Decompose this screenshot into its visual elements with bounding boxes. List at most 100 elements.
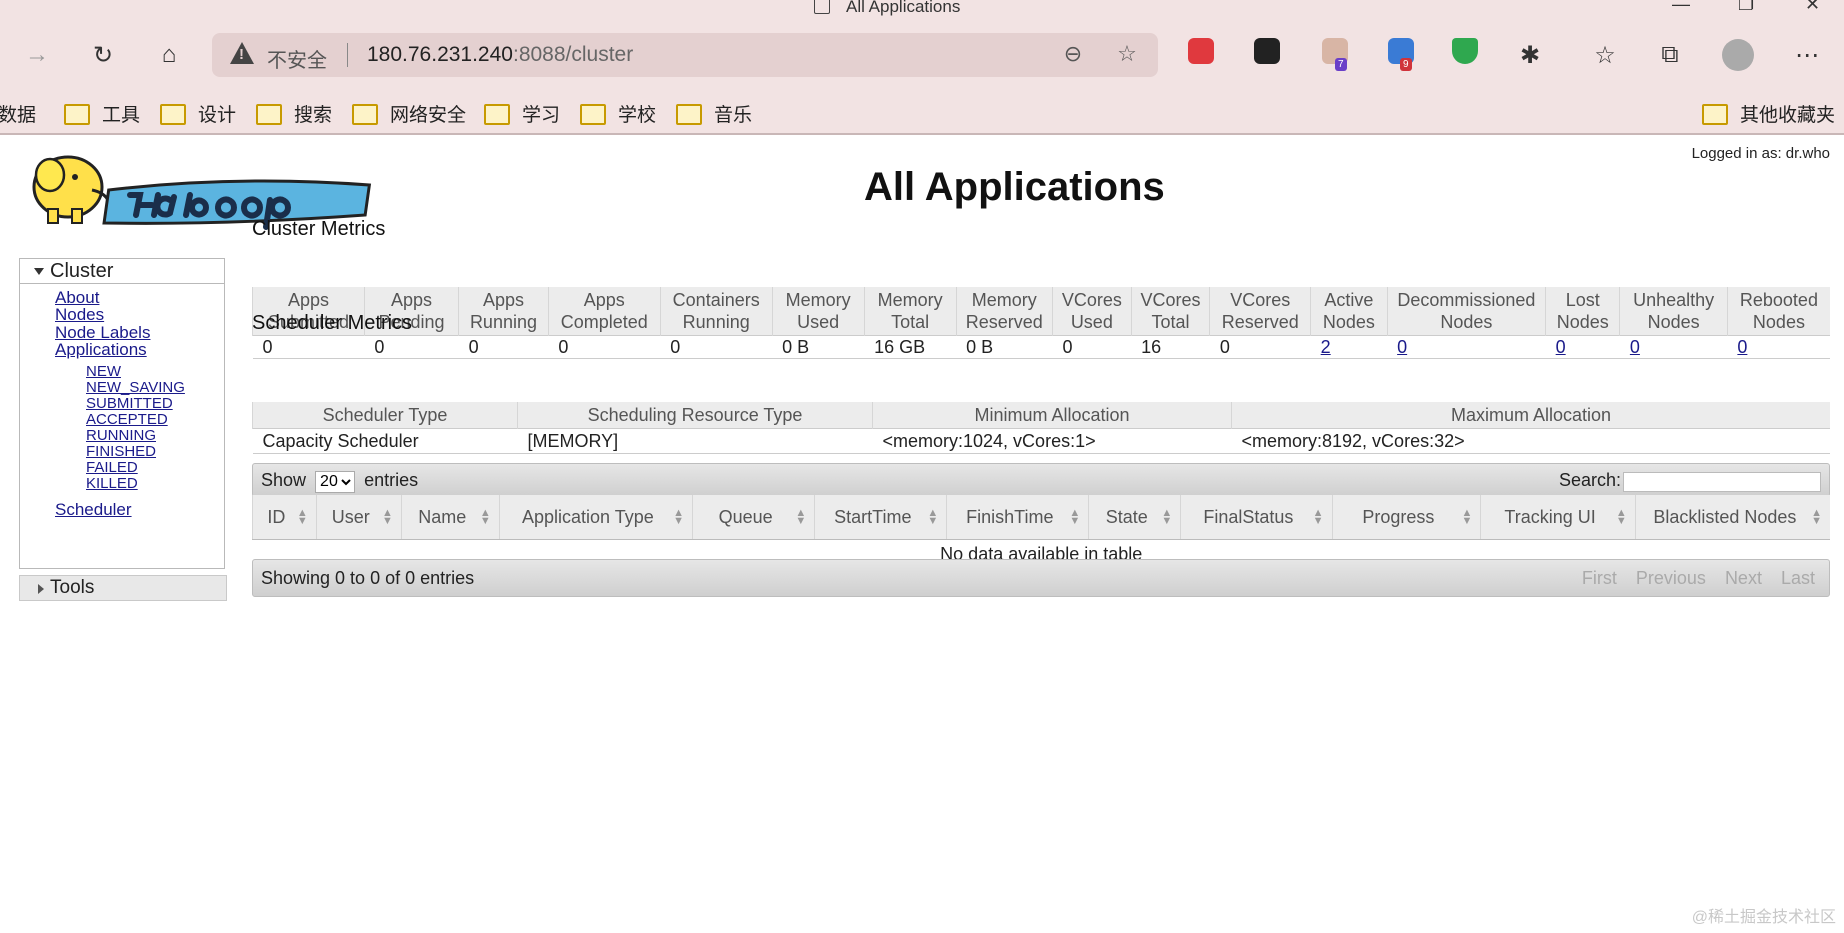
sortable-column-header[interactable]: Tracking UI ▲ ▼ bbox=[1480, 495, 1636, 540]
col-header-line: Completed bbox=[560, 312, 648, 332]
nav-link-state-running[interactable]: RUNNING bbox=[86, 427, 156, 444]
bookmark-item[interactable]: 学校 bbox=[580, 100, 656, 127]
nav-link-scheduler[interactable]: Scheduler bbox=[55, 500, 132, 520]
bookmark-item[interactable]: 工具 bbox=[64, 100, 140, 127]
add-favorite-icon[interactable]: ☆ bbox=[1112, 39, 1142, 69]
col-header-line: Rebooted bbox=[1739, 290, 1818, 310]
metric-link[interactable]: 0 bbox=[1630, 337, 1640, 357]
page-title: All Applications bbox=[864, 165, 1165, 209]
close-icon[interactable]: ✕ bbox=[1805, 0, 1820, 15]
restore-icon[interactable]: ❐ bbox=[1738, 0, 1754, 15]
column-label: FinishTime bbox=[966, 506, 1054, 527]
metric-link[interactable]: 0 bbox=[1397, 337, 1407, 357]
zoom-icon[interactable]: ⊖ bbox=[1058, 39, 1088, 69]
sortable-column-header[interactable]: Queue ▲ ▼ bbox=[691, 495, 815, 540]
pager-first[interactable]: First bbox=[1582, 568, 1617, 588]
sortable-column-header[interactable]: User ▲ ▼ bbox=[315, 495, 402, 540]
search-input[interactable] bbox=[1623, 472, 1821, 492]
extension-tampermonkey-icon[interactable] bbox=[1254, 38, 1280, 64]
col-header: Active Nodes bbox=[1310, 287, 1388, 336]
favorites-icon[interactable]: ☆ bbox=[1590, 40, 1620, 70]
nav-link-state-accepted[interactable]: ACCEPTED bbox=[86, 411, 168, 428]
sortable-column-header[interactable]: Application Type ▲ ▼ bbox=[498, 495, 693, 540]
col-header: Maximum Allocation bbox=[1231, 402, 1830, 429]
table-cell: 0 bbox=[1545, 335, 1620, 359]
refresh-icon[interactable]: ↻ bbox=[88, 40, 118, 70]
bookmark-item[interactable]: 搜索 bbox=[256, 100, 332, 127]
folder-icon bbox=[580, 104, 606, 125]
nav-link-state-submitted[interactable]: SUBMITTED bbox=[86, 395, 173, 412]
col-header: VCores Reserved bbox=[1209, 287, 1311, 336]
table-cell: [MEMORY] bbox=[517, 428, 873, 454]
sortable-column-header[interactable]: StartTime ▲ ▼ bbox=[814, 495, 947, 540]
bookmark-label: 工具 bbox=[102, 105, 141, 126]
extension-red-icon[interactable] bbox=[1188, 38, 1214, 64]
column-label: Tracking UI bbox=[1504, 506, 1596, 527]
bookmark-item[interactable]: 音乐 bbox=[676, 100, 752, 127]
col-header-line: Apps bbox=[390, 290, 433, 310]
col-header-line: Decommissioned bbox=[1397, 290, 1536, 310]
nav-link-state-finished[interactable]: FINISHED bbox=[86, 443, 156, 460]
insecure-label[interactable]: 不安全 bbox=[267, 44, 327, 73]
url-path: :8088/cluster bbox=[512, 43, 634, 66]
minimize-icon[interactable]: — bbox=[1672, 0, 1690, 15]
warning-icon[interactable] bbox=[230, 42, 254, 64]
bookmark-item[interactable]: 数据 bbox=[0, 100, 36, 127]
forward-icon[interactable]: → bbox=[22, 40, 52, 70]
sortable-column-header[interactable]: FinalStatus ▲ ▼ bbox=[1180, 495, 1333, 540]
page-size-select[interactable]: 20 bbox=[315, 470, 356, 493]
pager-last[interactable]: Last bbox=[1781, 568, 1815, 588]
metric-link[interactable]: 2 bbox=[1321, 337, 1331, 357]
sortable-column-header[interactable]: Name ▲ ▼ bbox=[400, 495, 500, 540]
sortable-column-header[interactable]: ID ▲ ▼ bbox=[252, 495, 317, 540]
sortable-column-header[interactable]: Progress ▲ ▼ bbox=[1331, 495, 1481, 540]
nav-link-state-killed[interactable]: KILLED bbox=[86, 475, 138, 492]
nav-link-state-new[interactable]: NEW bbox=[86, 363, 121, 380]
sidebar-nav: Cluster About Nodes Node Labels Applicat… bbox=[19, 258, 225, 569]
metric-value: 0 bbox=[374, 336, 385, 357]
nav-cluster-header[interactable]: Cluster bbox=[19, 258, 225, 284]
extensions-icon[interactable]: ✱ bbox=[1515, 40, 1545, 70]
bookmark-label: 搜索 bbox=[294, 105, 333, 126]
col-header-line: Unhealthy bbox=[1633, 290, 1715, 310]
col-header: Containers Running bbox=[659, 287, 773, 336]
nav-link-nodes[interactable]: Nodes bbox=[55, 305, 104, 325]
collections-icon[interactable]: ⧉ bbox=[1655, 40, 1685, 70]
address-bar[interactable]: 不安全 180.76.231.240:8088/cluster ⊖ ☆ bbox=[212, 33, 1158, 77]
nav-link-applications[interactable]: Applications bbox=[55, 340, 147, 360]
applications-panel: Show 20 entries Search: ID ▲ ▼ User ▲ ▼ Name ▲ ▼… bbox=[252, 463, 1830, 753]
column-label: Queue bbox=[718, 506, 773, 527]
column-label: FinalStatus bbox=[1203, 506, 1294, 527]
home-icon[interactable]: ⌂ bbox=[154, 40, 184, 70]
sortable-column-header[interactable]: State ▲ ▼ bbox=[1088, 495, 1181, 540]
title-bar: All Applications — ❐ ✕ bbox=[0, 0, 1844, 22]
sort-icon: ▲ ▼ bbox=[927, 507, 939, 527]
sortable-column-header[interactable]: FinishTime ▲ ▼ bbox=[946, 495, 1089, 540]
tab-title[interactable]: All Applications bbox=[846, 0, 960, 17]
nav-cluster-body: About Nodes Node Labels Applications NEW… bbox=[19, 284, 225, 569]
table-cell: 0 B bbox=[772, 335, 865, 359]
nav-link-state-new-saving[interactable]: NEW_SAVING bbox=[86, 379, 185, 396]
bookmark-item[interactable]: 网络安全 bbox=[352, 100, 466, 127]
url-text[interactable]: 180.76.231.240:8088/cluster bbox=[367, 43, 633, 67]
other-bookmarks[interactable]: 其他收藏夹 bbox=[1702, 100, 1835, 127]
shield-icon[interactable] bbox=[1452, 38, 1478, 64]
bookmark-item[interactable]: 学习 bbox=[484, 100, 560, 127]
nav-tools-header[interactable]: Tools bbox=[19, 575, 227, 601]
more-menu-icon[interactable]: ⋯ bbox=[1792, 40, 1822, 70]
pager-previous[interactable]: Previous bbox=[1636, 568, 1706, 588]
sortable-column-header[interactable]: Blacklisted Nodes ▲ ▼ bbox=[1634, 495, 1830, 540]
table-cell: Capacity Scheduler bbox=[252, 428, 518, 454]
bookmark-item[interactable]: 设计 bbox=[160, 100, 236, 127]
col-header: Scheduling Resource Type bbox=[517, 402, 873, 429]
column-label: User bbox=[331, 506, 370, 527]
pager-next[interactable]: Next bbox=[1725, 568, 1762, 588]
metric-link[interactable]: 0 bbox=[1737, 337, 1747, 357]
metric-value: 0 bbox=[670, 336, 681, 357]
col-header: Unhealthy Nodes bbox=[1619, 287, 1728, 336]
metric-link[interactable]: 0 bbox=[1556, 337, 1566, 357]
nav-link-state-failed[interactable]: FAILED bbox=[86, 459, 138, 476]
sort-icon: ▲ ▼ bbox=[1461, 507, 1473, 527]
col-header-line: Reserved bbox=[965, 312, 1043, 332]
profile-avatar[interactable] bbox=[1722, 39, 1754, 71]
